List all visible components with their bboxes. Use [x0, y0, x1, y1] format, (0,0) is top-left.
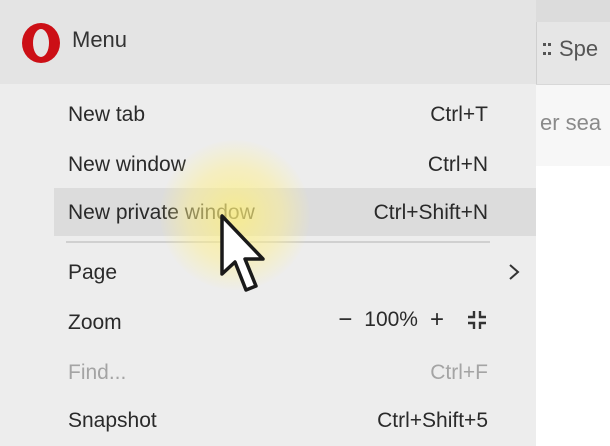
menu-item-zoom: Zoom − 100% + — [54, 298, 536, 346]
menu-item-find[interactable]: Find... Ctrl+F — [54, 348, 536, 396]
menu-item-label: New private window — [68, 201, 255, 224]
chevron-right-icon — [509, 264, 520, 280]
menu-item-label: Snapshot — [68, 409, 157, 432]
menu-item-new-tab[interactable]: New tab Ctrl+T — [54, 90, 536, 138]
menu-item-shortcut: Ctrl+Shift+5 — [377, 409, 488, 432]
menu-panel: New tab Ctrl+T New window Ctrl+N New pri… — [0, 84, 536, 446]
menu-item-page[interactable]: Page — [54, 248, 536, 296]
menu-divider — [66, 241, 490, 243]
menu-item-label: Find... — [68, 361, 127, 384]
fullscreen-icon[interactable] — [466, 309, 488, 331]
tab-speed-dial[interactable]: Spe — [536, 22, 610, 84]
menu-item-shortcut: Ctrl+T — [430, 103, 488, 126]
menu-item-label: Zoom — [68, 311, 122, 334]
menu-header[interactable]: Menu — [0, 0, 536, 84]
address-placeholder: er sea — [540, 110, 602, 135]
menu-item-new-private-window[interactable]: New private window Ctrl+Shift+N — [54, 188, 536, 236]
menu-item-label: Page — [68, 261, 118, 284]
menu-item-shortcut: Ctrl+N — [427, 153, 488, 176]
tab-label: Spe — [559, 36, 599, 61]
opera-logo-icon — [22, 23, 60, 63]
address-bar[interactable]: er sea — [536, 84, 610, 168]
menu-item-label: New window — [68, 153, 186, 176]
page-content — [536, 166, 610, 446]
zoom-controls: − 100% + — [336, 308, 488, 332]
zoom-in-button[interactable]: + — [428, 308, 446, 332]
zoom-out-button[interactable]: − — [336, 308, 354, 332]
menu-item-snapshot[interactable]: Snapshot Ctrl+Shift+5 — [54, 396, 536, 444]
menu-item-new-window[interactable]: New window Ctrl+N — [54, 140, 536, 188]
tab-grip-icon — [543, 43, 551, 59]
menu-title: Menu — [72, 27, 128, 52]
menu-item-shortcut: Ctrl+F — [430, 361, 488, 384]
menu-item-shortcut: Ctrl+Shift+N — [373, 201, 488, 224]
menu-item-label: New tab — [68, 103, 146, 126]
zoom-level: 100% — [364, 308, 418, 331]
